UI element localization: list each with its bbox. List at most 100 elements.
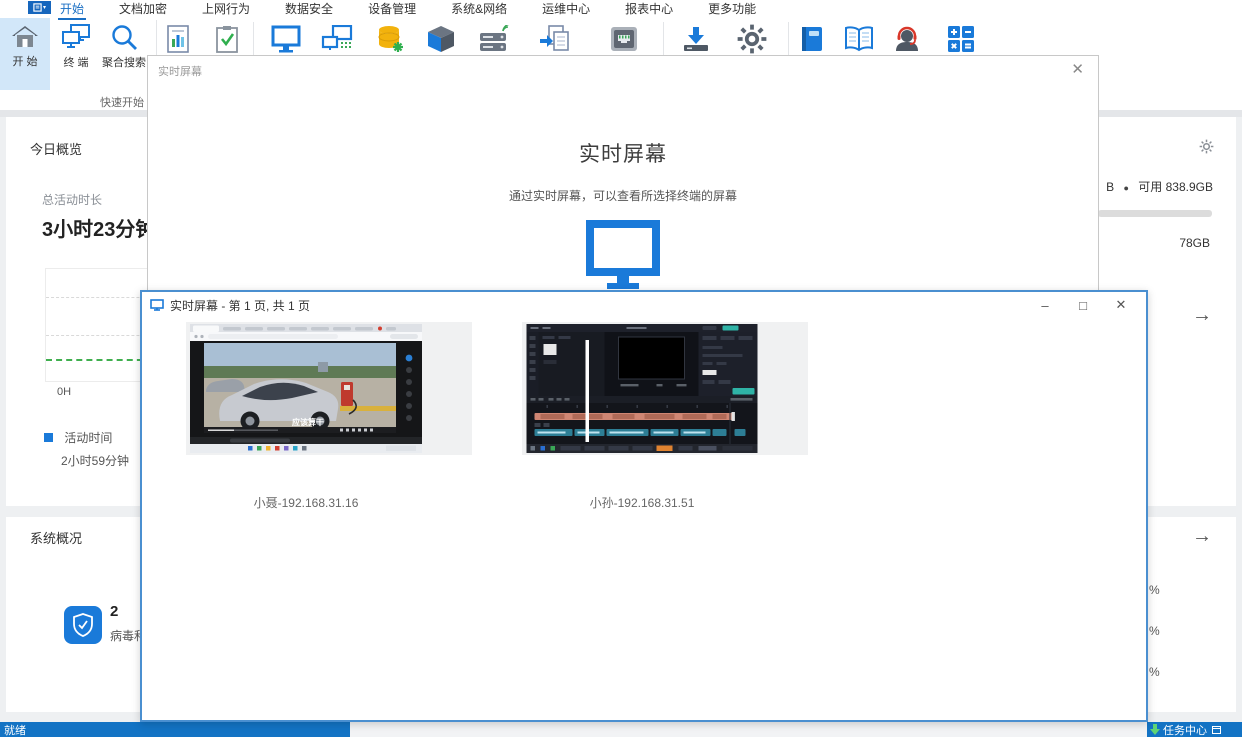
network-port-icon <box>609 25 639 53</box>
dialog-monitor-art <box>148 219 1098 289</box>
dialog-description: 通过实时屏幕，可以查看所选择终端的屏幕 <box>148 187 1098 204</box>
next-page-arrow[interactable]: → <box>1192 526 1212 546</box>
dialog-titlebar-text: 实时屏幕 <box>158 63 202 79</box>
aggregate-search-button[interactable]: 聚合搜索 <box>98 18 150 90</box>
remote-desktop-button[interactable] <box>320 22 354 56</box>
manual-button[interactable] <box>795 22 829 56</box>
terminal-name-label: 小聂-192.168.31.16 <box>186 494 426 511</box>
next-page-arrow[interactable]: → <box>1192 305 1212 325</box>
server-button[interactable] <box>477 22 511 56</box>
tab-start[interactable]: 开始 <box>58 0 86 18</box>
remote-desktop-icon <box>321 25 353 53</box>
panel-toggle-icon <box>1212 726 1221 734</box>
metric-percent: % <box>1149 624 1160 638</box>
report-icon <box>165 25 191 53</box>
tab-doc-encryption[interactable]: 文档加密 <box>117 0 169 18</box>
gear-icon <box>1199 139 1214 154</box>
app-menu-icon <box>33 3 42 12</box>
total-duration-label: 总活动时长 <box>42 191 102 208</box>
caret-down-icon: ▾ <box>43 4 46 11</box>
defender-count: 2 <box>110 603 118 620</box>
disk-usage-bar <box>1098 210 1212 217</box>
tab-system-network[interactable]: 系统&网络 <box>449 0 509 18</box>
disk-available-value: 可用 838.9GB <box>1138 180 1213 194</box>
live-screen-button[interactable] <box>269 22 303 56</box>
dialog-heading: 实时屏幕 <box>148 138 1098 168</box>
terminal-icon <box>61 24 91 51</box>
download-center-button[interactable] <box>679 22 713 56</box>
book-icon <box>799 25 825 53</box>
tab-data-security[interactable]: 数据安全 <box>283 0 335 18</box>
monitor-icon <box>585 219 661 289</box>
defender-badge <box>64 606 102 644</box>
checklist-button[interactable] <box>210 22 244 56</box>
metric-percent: % <box>1149 665 1160 679</box>
file-transfer-button[interactable] <box>537 22 571 56</box>
calculator-icon <box>947 25 975 53</box>
file-transfer-icon <box>539 25 569 53</box>
cube-icon <box>426 25 456 53</box>
card-settings-button[interactable] <box>1199 139 1214 154</box>
legend-value: 2小时59分钟 <box>61 452 129 469</box>
disk-used-value: 78GB <box>1179 236 1210 250</box>
terminal-screen-thumbnail[interactable]: 应该算干 <box>190 324 422 453</box>
database-button[interactable] <box>374 22 408 56</box>
dialog-close-icon[interactable]: ✕ <box>1071 60 1084 78</box>
menu-bar: ▾ 开始 文档加密 上网行为 数据安全 设备管理 系统&网络 运维中心 报表中心… <box>0 0 1242 16</box>
gear-icon <box>737 24 767 54</box>
metric-percent: % <box>1149 583 1160 597</box>
ribbon-group-label: 快速开始 <box>100 94 144 110</box>
statusbar-task-center[interactable]: 任务中心 <box>1147 722 1242 737</box>
chart-legend: 活动时间 2小时59分钟 <box>44 429 129 469</box>
disk-available-row: B ● 可用 838.9GB <box>1106 178 1213 195</box>
close-button[interactable]: ✕ <box>1102 292 1140 318</box>
network-port-button[interactable] <box>607 22 641 56</box>
home-button[interactable]: 开 始 <box>0 18 50 90</box>
task-center-label: 任务中心 <box>1163 722 1207 737</box>
window-controls: – □ ✕ <box>1026 292 1140 318</box>
download-icon <box>681 25 711 53</box>
minimize-button[interactable]: – <box>1026 292 1064 318</box>
terminal-screen-thumbnail[interactable] <box>526 324 758 453</box>
tab-more-features[interactable]: 更多功能 <box>706 0 758 18</box>
statusbar-middle <box>350 722 1147 737</box>
terminal-thumbnail-card: 应该算干 <box>186 322 472 455</box>
application-window: ▾ 开始 文档加密 上网行为 数据安全 设备管理 系统&网络 运维中心 报表中心… <box>0 0 1242 737</box>
video-caption: 应该算干 <box>292 417 324 427</box>
chart-x-axis-label: 0H <box>57 386 71 398</box>
menu-tabs: 开始 文档加密 上网行为 数据安全 设备管理 系统&网络 运维中心 报表中心 更… <box>0 0 758 18</box>
tab-ops-center[interactable]: 运维中心 <box>540 0 592 18</box>
maximize-button[interactable]: □ <box>1064 292 1102 318</box>
window-title: 实时屏幕 - 第 1 页, 共 1 页 <box>170 297 310 314</box>
support-button[interactable] <box>890 22 924 56</box>
ready-label: 就绪 <box>4 722 26 737</box>
home-icon <box>11 24 39 50</box>
terminal-thumbnail-card: 小孙-192.168.31.51 <box>522 322 808 455</box>
monitor-icon <box>150 299 164 311</box>
report-button[interactable] <box>161 22 195 56</box>
live-screen-window: 实时屏幕 - 第 1 页, 共 1 页 – □ ✕ <box>140 290 1148 722</box>
server-icon <box>478 25 510 53</box>
software-cube-button[interactable] <box>424 22 458 56</box>
settings-button[interactable] <box>735 22 769 56</box>
disk-total-fragment: B <box>1106 180 1114 194</box>
legend-label: 活动时间 <box>64 431 112 445</box>
tab-device-management[interactable]: 设备管理 <box>366 0 418 18</box>
tab-internet-behavior[interactable]: 上网行为 <box>200 0 252 18</box>
open-book-icon <box>844 26 874 52</box>
tab-report-center[interactable]: 报表中心 <box>623 0 675 18</box>
app-menu-button[interactable]: ▾ <box>28 1 51 14</box>
terminal-name-label: 小孙-192.168.31.51 <box>522 494 762 511</box>
window-titlebar[interactable]: 实时屏幕 - 第 1 页, 共 1 页 – □ ✕ <box>142 292 1146 318</box>
download-arrow-icon <box>1150 724 1160 735</box>
total-duration-value: 3小时23分钟 <box>42 213 155 242</box>
calculator-button[interactable] <box>944 22 978 56</box>
live-screen-icon <box>271 25 301 53</box>
system-overview-title: 系统概况 <box>30 528 82 547</box>
bullet-icon: ● <box>1124 183 1129 193</box>
legend-swatch <box>44 433 53 442</box>
statusbar-ready: 就绪 <box>0 722 350 737</box>
checklist-icon <box>214 25 240 53</box>
knowledge-base-button[interactable] <box>842 22 876 56</box>
terminal-button[interactable]: 终 端 <box>54 18 98 90</box>
